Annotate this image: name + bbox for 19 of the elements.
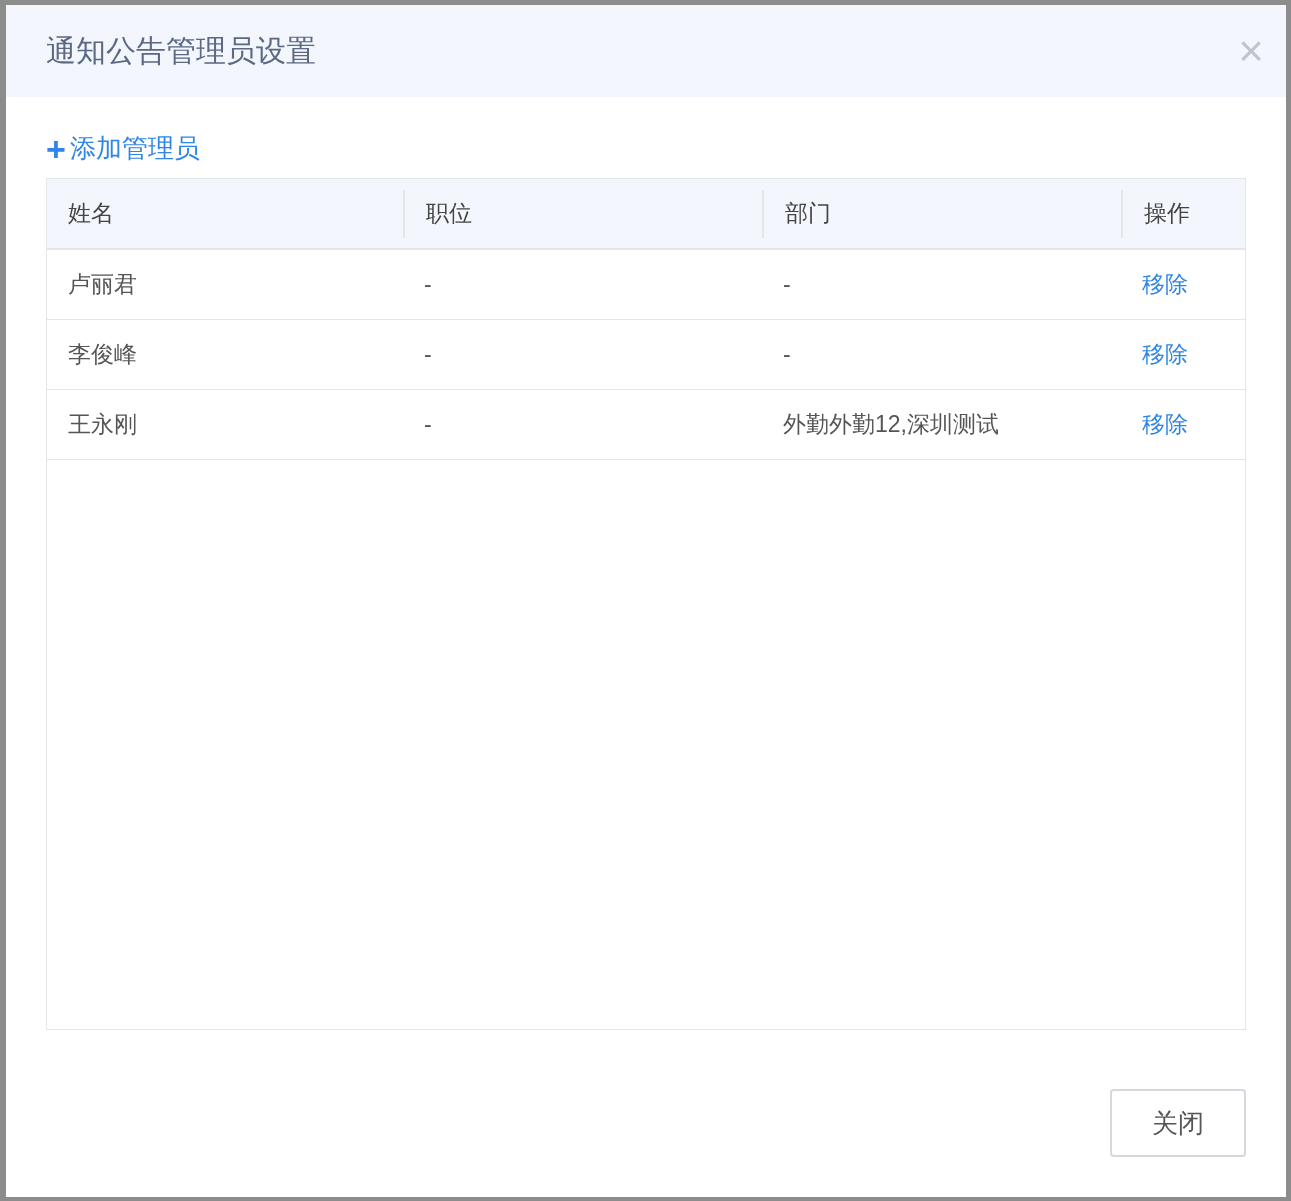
table-cell: - [424,411,432,438]
table-cell: - [783,271,791,298]
dialog-title: 通知公告管理员设置 [46,32,316,69]
column-header: 部门 [785,199,831,228]
table-cell-text: 王永刚 [68,410,137,439]
remove-link[interactable]: 移除 [1142,339,1188,370]
remove-link[interactable]: 移除 [1142,269,1188,300]
add-admin-link[interactable]: +添加管理员 [46,131,200,166]
table-cell-text: 李俊峰 [68,340,137,369]
close-button[interactable]: 关闭 [1110,1089,1246,1157]
table-cell: - [783,341,791,368]
column-header: 操作 [1144,199,1190,228]
table-cell-text: 外勤外勤12,深圳测试 [783,410,999,439]
column-header: 姓名 [68,199,114,228]
table-cell: - [424,271,432,298]
column-header: 职位 [426,199,472,228]
table-cell: - [424,341,432,368]
table-cell-text: 卢丽君 [68,270,137,299]
remove-link[interactable]: 移除 [1142,409,1188,440]
